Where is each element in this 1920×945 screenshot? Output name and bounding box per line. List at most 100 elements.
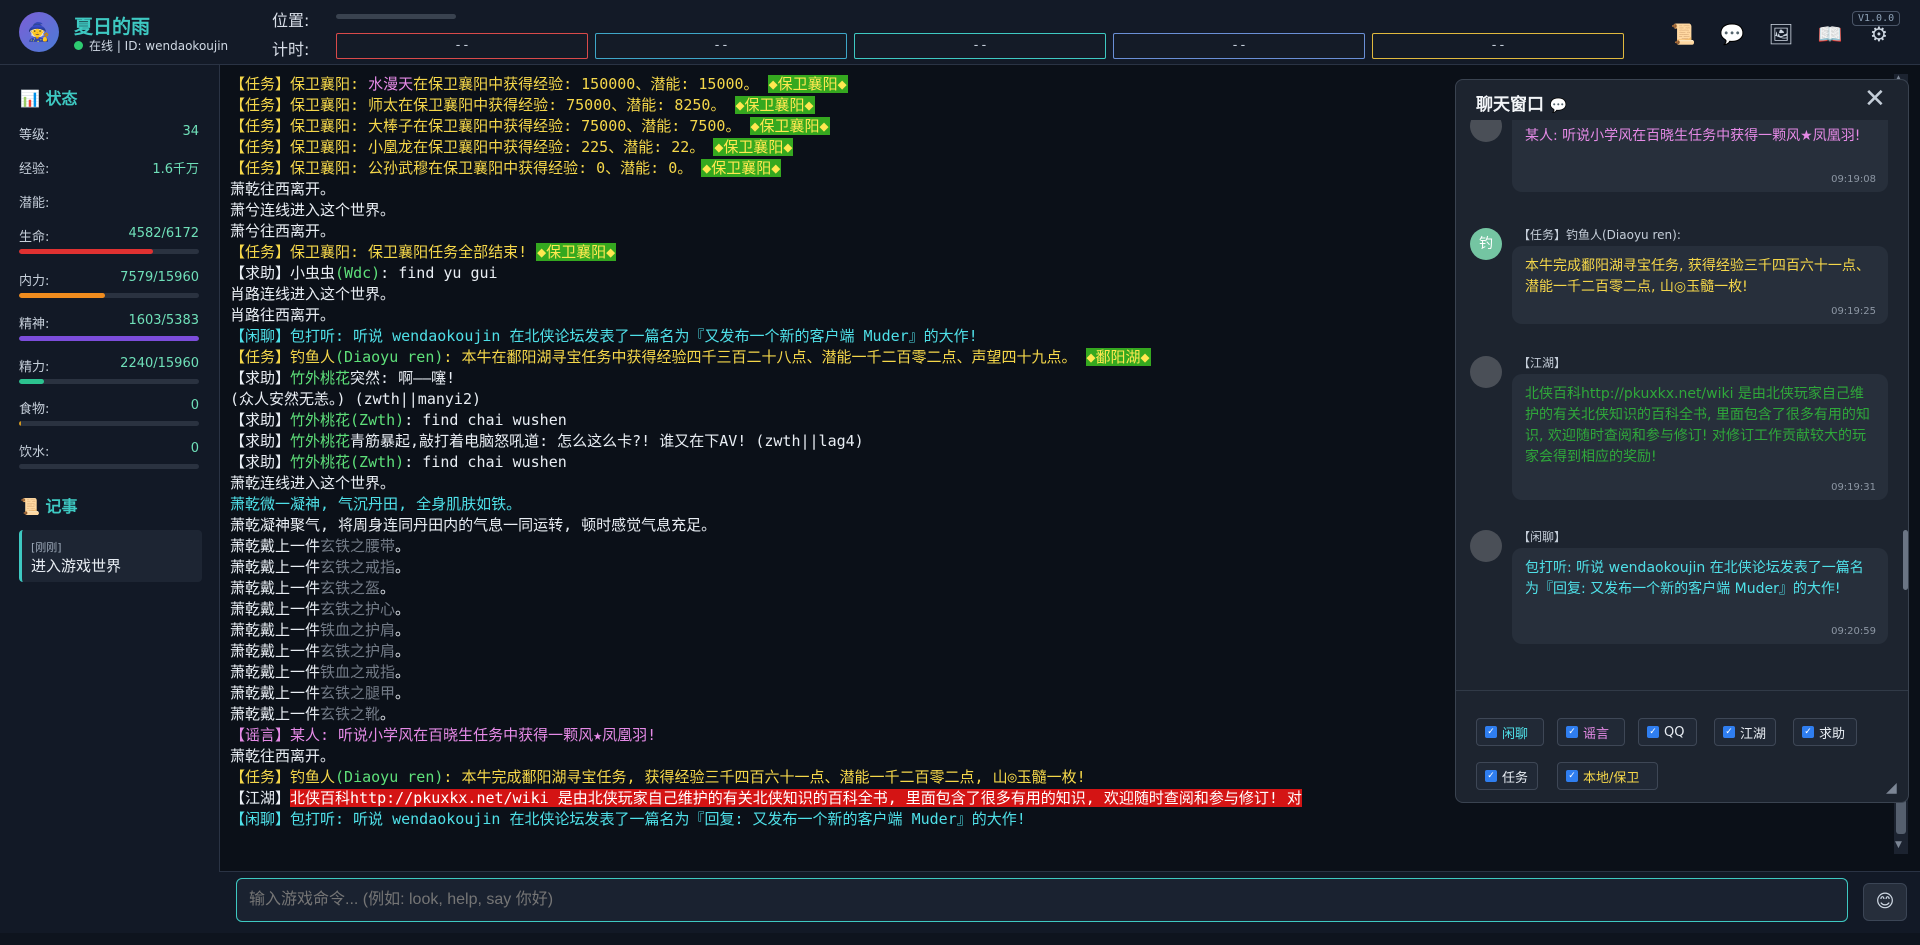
- chat-filter-2[interactable]: ✓ QQ: [1638, 718, 1697, 746]
- log-segment: 北侠百科http://pkuxkx.net/wiki 是由北侠玩家自己维护的有关…: [290, 789, 1302, 807]
- resize-handle-icon[interactable]: ◢: [1886, 780, 1902, 796]
- emoji-button[interactable]: 😊: [1863, 883, 1907, 921]
- scroll-down-icon[interactable]: ▼: [1895, 840, 1902, 850]
- log-segment: 。: [395, 642, 411, 660]
- checkbox-icon[interactable]: ✓: [1566, 726, 1578, 738]
- note-text: 进入游戏世界: [31, 557, 122, 575]
- log-segment: 【任务】钓鱼人: [230, 768, 336, 786]
- chat-message: 本牛完成鄱阳湖寻宝任务, 获得经验三千四百六十一点、潜能一千二百零二点, 山◎玉…: [1512, 246, 1888, 324]
- image-icon[interactable]: 🖼: [1768, 22, 1794, 46]
- log-segment: 竹外桃花(Zwth): [290, 453, 405, 471]
- timer-label: 计时:: [272, 40, 310, 59]
- log-line: 【闲聊】包打听: 听说 wendaokoujin 在北侠论坛发表了一篇名为『回复…: [230, 809, 1890, 830]
- command-input[interactable]: [236, 878, 1848, 922]
- chat-bubble-icon[interactable]: 💬: [1719, 22, 1745, 46]
- checkbox-icon[interactable]: ✓: [1647, 726, 1659, 738]
- chat-filter-6[interactable]: ✓ 本地/保卫: [1557, 762, 1658, 790]
- log-segment: ◆保卫襄阳◆: [536, 243, 617, 261]
- log-segment: 突然: 啊——噻!: [350, 369, 456, 387]
- chat-message-text: 包打听: 听说 wendaokoujin 在北侠论坛发表了一篇名为『回复: 又发…: [1525, 560, 1864, 597]
- log-segment: 萧乾戴上一件: [230, 537, 321, 555]
- chat-filter-label: 求助: [1819, 726, 1846, 742]
- log-segment: 玄铁之腿甲: [320, 684, 396, 702]
- chat-filter-0[interactable]: ✓ 闲聊: [1476, 718, 1544, 746]
- chat-filter-label: 江湖: [1740, 726, 1767, 742]
- log-segment: 【求助】小虫虫: [230, 264, 336, 282]
- timer-box: --: [336, 33, 588, 59]
- log-segment: 在保卫襄阳中获得经验: 150000、潜能: 15000。: [413, 75, 768, 93]
- timer-box: --: [1113, 33, 1365, 59]
- position-label: 位置:: [272, 11, 310, 30]
- checkbox-icon[interactable]: ✓: [1485, 770, 1497, 782]
- chat-avatar: [1470, 530, 1502, 562]
- log-segment: 玄铁之戒指: [320, 558, 396, 576]
- checkbox-icon[interactable]: ✓: [1566, 770, 1578, 782]
- scroll-icon[interactable]: 📜: [1670, 22, 1696, 46]
- chat-filter-4[interactable]: ✓ 求助: [1793, 718, 1857, 746]
- stat-label: 食物:: [19, 402, 50, 417]
- chart-icon: 📊: [20, 89, 40, 108]
- log-segment: ◆保卫襄阳◆: [734, 96, 815, 114]
- bottom-strip: [0, 933, 1920, 945]
- book-icon[interactable]: 📖: [1817, 22, 1843, 46]
- log-segment: 竹外桃花(Zwth): [290, 411, 405, 429]
- stat-bar-fill: [19, 421, 21, 426]
- log-segment: 。: [380, 579, 396, 597]
- log-segment: 。: [395, 621, 411, 639]
- stat-row: 精神: 1603/5383: [19, 313, 199, 332]
- log-segment: 【江湖】: [230, 789, 291, 807]
- log-segment: : find chai wushen: [404, 453, 567, 471]
- timer-box: --: [1372, 33, 1624, 59]
- stat-row: 精力: 2240/15960: [19, 356, 199, 375]
- log-segment: ◆鄱阳湖◆: [1085, 348, 1151, 366]
- log-segment: 【求助】: [230, 369, 291, 387]
- log-segment: ◆保卫襄阳◆: [767, 75, 848, 93]
- log-segment: 竹外桃花: [290, 369, 351, 387]
- chat-filter-3[interactable]: ✓ 江湖: [1714, 718, 1776, 746]
- log-segment: 【任务】保卫襄阳: 大棒子在保卫襄阳中获得经验: 75000、潜能: 7500。: [230, 117, 750, 135]
- log-segment: 铁血之戒指: [320, 663, 396, 681]
- chat-scrollbar[interactable]: [1903, 120, 1908, 690]
- stat-label: 经验:: [19, 162, 50, 177]
- checkbox-icon[interactable]: ✓: [1485, 726, 1497, 738]
- gear-icon[interactable]: ⚙: [1866, 22, 1892, 46]
- stat-row: 经验: 1.6千万: [19, 158, 199, 177]
- log-segment: 。: [395, 663, 411, 681]
- stat-value: 1603/5383: [128, 313, 199, 328]
- log-segment: 萧乾戴上一件: [230, 579, 321, 597]
- close-icon[interactable]: ✕: [1864, 84, 1886, 114]
- online-dot-icon: [74, 41, 83, 50]
- log-segment: 水漫天: [368, 75, 414, 93]
- chat-title: 聊天窗口 💬: [1476, 95, 1568, 115]
- log-segment: : 本牛在鄱阳湖寻宝任务中获得经验四千三百二十八点、潜能一千二百零二点、声望四十…: [443, 348, 1086, 366]
- log-segment: (众人安然无恙。) (zwth||manyi2): [230, 390, 482, 408]
- stat-value: 34: [182, 124, 199, 139]
- chat-message-time: 09:20:59: [1831, 626, 1876, 637]
- log-segment: : find chai wushen: [404, 411, 567, 429]
- log-segment: 。: [380, 705, 396, 723]
- stat-row: 等级: 34: [19, 124, 199, 143]
- stat-value: 0: [190, 441, 199, 456]
- log-segment: (Wdc): [335, 264, 381, 282]
- chat-message: 北侠百科http://pkuxkx.net/wiki 是由北侠玩家自己维护的有关…: [1512, 374, 1888, 500]
- log-segment: 玄铁之护心: [320, 600, 396, 618]
- log-segment: 铁血之护肩: [320, 621, 396, 639]
- chat-filter-5[interactable]: ✓ 任务: [1476, 762, 1538, 790]
- log-segment: 萧乾微一凝神, 气沉丹田, 全身肌肤如铁。: [230, 495, 522, 513]
- log-segment: 玄铁之靴: [320, 705, 381, 723]
- top-bar: 🧙 夏日的雨 在线 | ID: wendaokoujin 位置: 计时: -- -…: [0, 0, 1920, 65]
- user-avatar[interactable]: 🧙: [19, 12, 59, 52]
- checkbox-icon[interactable]: ✓: [1723, 726, 1735, 738]
- log-segment: 【任务】保卫襄阳: 小凰龙在保卫襄阳中获得经验: 225、潜能: 22。: [230, 138, 714, 156]
- stat-label: 精神:: [19, 317, 50, 332]
- chat-message-text: 北侠百科http://pkuxkx.net/wiki 是由北侠玩家自己维护的有关…: [1525, 386, 1870, 465]
- checkbox-icon[interactable]: ✓: [1802, 726, 1814, 738]
- stat-value: 2240/15960: [120, 356, 199, 371]
- stat-value: 1.6千万: [152, 162, 199, 177]
- chat-filter-1[interactable]: ✓ 谣言: [1557, 718, 1625, 746]
- stat-label: 内力:: [19, 274, 50, 289]
- position-progress: [336, 14, 456, 19]
- stat-bar-fill: [19, 249, 153, 254]
- chat-avatar: 钓: [1470, 228, 1502, 260]
- log-segment: 【任务】保卫襄阳: 保卫襄阳任务全部结束!: [230, 243, 537, 261]
